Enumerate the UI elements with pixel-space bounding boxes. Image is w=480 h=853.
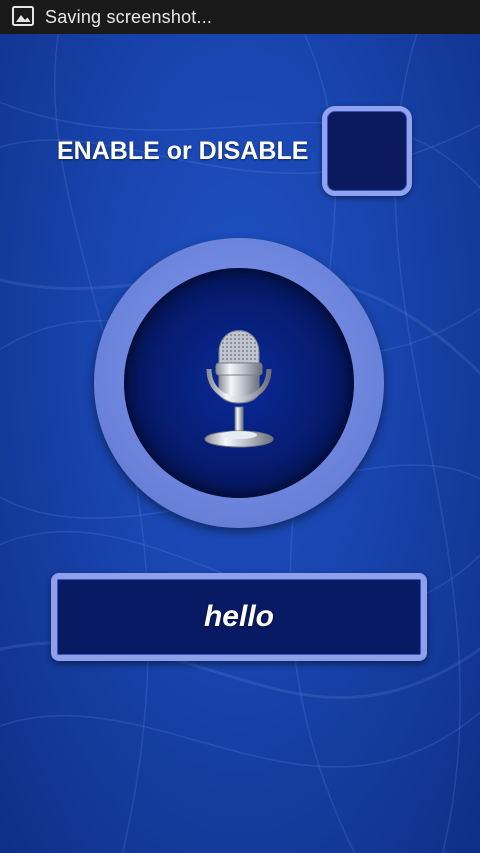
status-bar: Saving screenshot... [0,0,480,34]
image-icon [12,6,34,26]
mic-button[interactable] [124,268,354,498]
enable-disable-label: ENABLE or DISABLE [57,137,309,165]
status-text: Saving screenshot... [45,7,213,27]
mic-ring [94,238,384,528]
speech-output-text: hello [203,600,274,633]
microphone-icon [204,330,274,448]
enable-toggle-checkbox[interactable] [322,106,412,196]
speech-output-box: hello [51,573,427,661]
